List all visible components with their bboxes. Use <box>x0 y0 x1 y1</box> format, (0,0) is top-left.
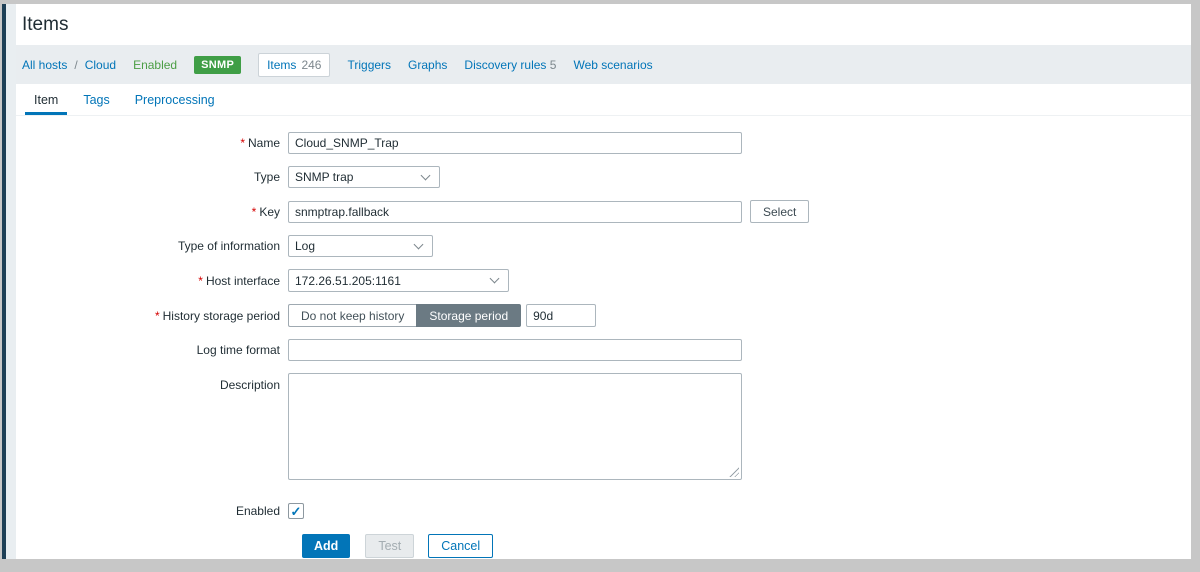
items-window: Items All hosts / Cloud Enabled SNMP Ite… <box>2 4 1191 559</box>
nav-graphs-link[interactable]: Graphs <box>408 58 447 72</box>
history-option-no-history[interactable]: Do not keep history <box>288 304 416 327</box>
item-form: *Name Type SNMP trap *Key Select Type <box>16 116 1191 558</box>
key-input[interactable] <box>288 201 742 223</box>
add-button[interactable]: Add <box>302 534 350 558</box>
type-of-information-label: Type of information <box>22 239 288 253</box>
required-asterisk: * <box>198 274 203 288</box>
key-select-button[interactable]: Select <box>750 200 809 223</box>
tab-preprocessing[interactable]: Preprocessing <box>126 84 224 115</box>
name-input[interactable] <box>288 132 742 154</box>
tab-tags[interactable]: Tags <box>74 84 118 115</box>
enabled-checkbox[interactable] <box>288 503 304 519</box>
breadcrumb-all-hosts-link[interactable]: All hosts <box>22 58 67 72</box>
page-content: Items All hosts / Cloud Enabled SNMP Ite… <box>16 4 1191 559</box>
required-asterisk: * <box>240 136 245 150</box>
breadcrumb-host-link[interactable]: Cloud <box>85 58 116 72</box>
form-row-history-storage: *History storage period Do not keep hist… <box>22 304 1191 327</box>
test-button[interactable]: Test <box>365 534 414 558</box>
page-header: Items <box>16 4 1191 45</box>
chevron-down-icon <box>414 240 424 250</box>
history-storage-label: History storage period <box>163 309 280 323</box>
log-time-format-label: Log time format <box>22 343 288 357</box>
description-textarea[interactable] <box>288 373 742 480</box>
required-asterisk: * <box>252 205 257 219</box>
chevron-down-icon <box>490 274 500 284</box>
form-actions: Add Test Cancel <box>302 534 1191 558</box>
form-row-type: Type SNMP trap <box>22 166 1191 188</box>
key-label: Key <box>259 205 280 219</box>
form-row-key: *Key Select <box>22 200 1191 223</box>
tab-bar: Item Tags Preprocessing <box>16 84 1191 116</box>
description-label: Description <box>22 373 288 392</box>
history-storage-segmented-control: Do not keep history Storage period <box>288 304 521 327</box>
form-row-name: *Name <box>22 132 1191 154</box>
host-interface-value: 172.26.51.205:1161 <box>295 274 401 288</box>
form-row-description: Description <box>22 373 1191 483</box>
type-of-information-value: Log <box>295 239 315 253</box>
host-status-enabled: Enabled <box>133 58 177 72</box>
nav-discovery-label: Discovery rules <box>464 58 546 72</box>
breadcrumb: All hosts / Cloud Enabled SNMP Items 246… <box>16 45 1191 84</box>
nav-web-scenarios-link[interactable]: Web scenarios <box>573 58 652 72</box>
cancel-button[interactable]: Cancel <box>428 534 493 558</box>
form-row-log-time-format: Log time format <box>22 339 1191 361</box>
type-of-information-select[interactable]: Log <box>288 235 433 257</box>
type-label: Type <box>22 170 288 184</box>
snmp-availability-badge: SNMP <box>194 56 241 74</box>
left-gutter <box>6 4 16 559</box>
history-option-storage-period[interactable]: Storage period <box>416 304 521 327</box>
chevron-down-icon <box>421 171 431 181</box>
tab-item[interactable]: Item <box>25 84 67 115</box>
breadcrumb-separator: / <box>74 58 77 72</box>
log-time-format-input[interactable] <box>288 339 742 361</box>
enabled-label: Enabled <box>22 504 288 518</box>
form-row-enabled: Enabled <box>22 503 1191 519</box>
nav-items-label: Items <box>267 58 296 72</box>
required-asterisk: * <box>155 309 160 323</box>
host-interface-label: Host interface <box>206 274 280 288</box>
form-row-host-interface: *Host interface 172.26.51.205:1161 <box>22 269 1191 292</box>
type-select-value: SNMP trap <box>295 170 353 184</box>
name-label: Name <box>248 136 280 150</box>
nav-items-count: 246 <box>301 58 321 72</box>
form-row-type-of-information: Type of information Log <box>22 235 1191 257</box>
page-title: Items <box>22 14 68 36</box>
nav-items-current[interactable]: Items 246 <box>258 53 330 77</box>
nav-discovery-link[interactable]: Discovery rules 5 <box>464 58 556 72</box>
nav-triggers-link[interactable]: Triggers <box>347 58 391 72</box>
host-interface-select[interactable]: 172.26.51.205:1161 <box>288 269 509 292</box>
history-period-input[interactable] <box>526 304 596 327</box>
type-select[interactable]: SNMP trap <box>288 166 440 188</box>
nav-discovery-count: 5 <box>550 58 557 72</box>
